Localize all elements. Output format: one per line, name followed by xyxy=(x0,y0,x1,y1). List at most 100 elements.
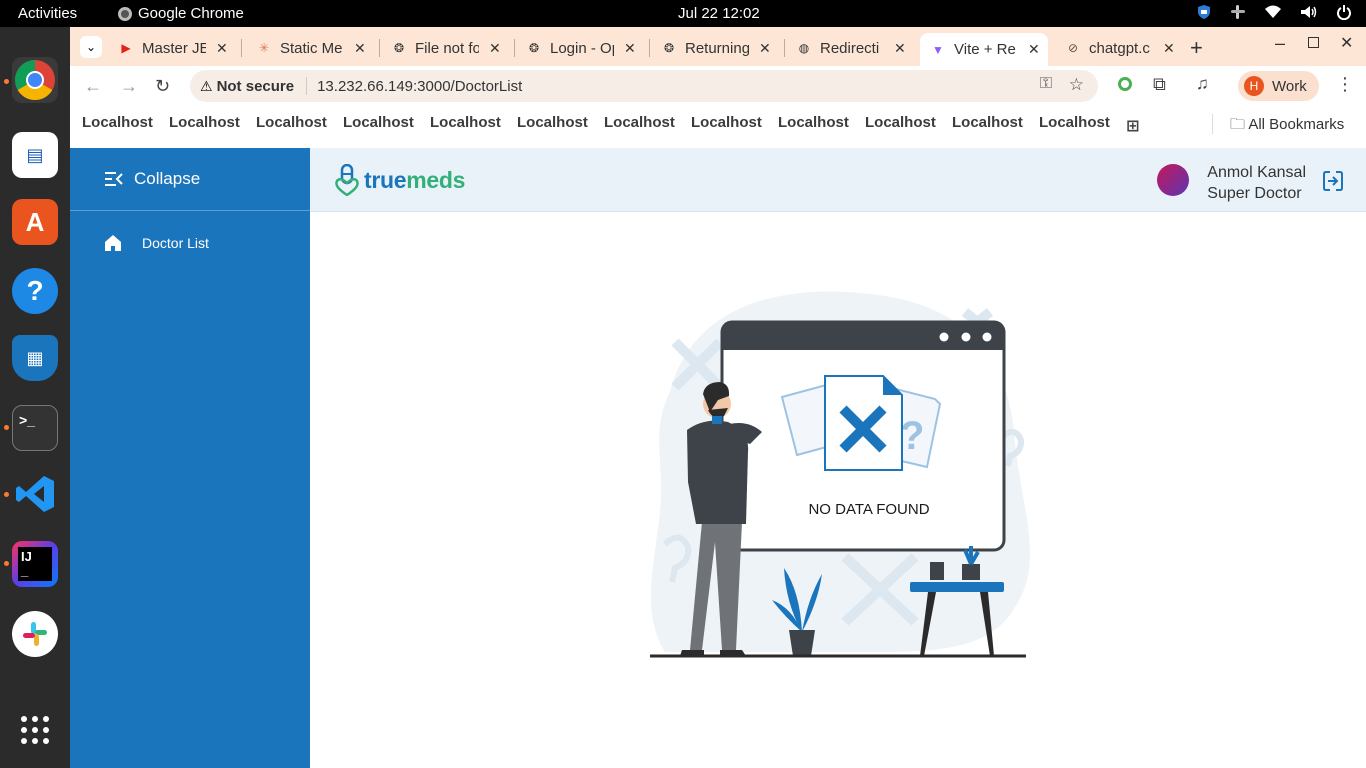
svg-text:?: ? xyxy=(900,414,924,458)
vscode-dock-icon[interactable] xyxy=(12,471,58,517)
bookmark-item[interactable]: Localhost xyxy=(256,114,327,131)
security-chip[interactable]: Not secure xyxy=(217,78,295,95)
system-top-bar: Activities Google Chrome Jul 22 12:02 xyxy=(0,0,1366,27)
help-dock-icon[interactable]: ? xyxy=(12,268,58,314)
openai-icon: ❂ xyxy=(663,41,675,55)
browser-toolbar: ← → ↻ ⚠ Not secure 13.232.66.149:3000/Do… xyxy=(70,66,1366,110)
folder-icon: 🗀 xyxy=(1230,116,1249,133)
browser-tab[interactable]: ▼ Vite + Re ✕ xyxy=(920,33,1048,66)
browser-tab[interactable]: ⊘ chatgpt.c ✕ xyxy=(1055,33,1185,63)
app-menu[interactable]: Google Chrome xyxy=(118,5,244,22)
collapse-button[interactable]: Collapse xyxy=(70,148,310,211)
openai-icon: ❂ xyxy=(393,41,405,55)
omnibox[interactable]: ⚠ Not secure 13.232.66.149:3000/DoctorLi… xyxy=(190,70,1098,102)
avatar[interactable] xyxy=(1157,164,1189,196)
warning-icon[interactable]: ⚠ xyxy=(200,78,213,95)
brand-part-2: meds xyxy=(406,166,466,193)
slack-dock-icon[interactable] xyxy=(12,611,58,657)
tab-label: Static Me xyxy=(280,39,343,57)
close-tab-icon[interactable]: ✕ xyxy=(489,40,501,57)
close-tab-icon[interactable]: ✕ xyxy=(894,40,906,57)
minimize-button[interactable]: – xyxy=(1275,33,1285,54)
browser-tab[interactable]: ✳ Static Me ✕ xyxy=(246,33,380,63)
tab-separator xyxy=(514,39,515,57)
vpn-dock-icon[interactable]: ▦ xyxy=(12,335,58,381)
bookmark-item[interactable]: Localhost xyxy=(865,114,936,131)
close-tab-icon[interactable]: ✕ xyxy=(216,40,228,57)
bookmark-item[interactable]: Localhost xyxy=(604,114,675,131)
user-name: Anmol Kansal xyxy=(1207,164,1306,181)
intellij-dock-icon[interactable]: IJ _ xyxy=(12,541,58,587)
media-controls-icon[interactable]: ♫ xyxy=(1196,74,1209,94)
sidebar-item-doctor-list[interactable]: Doctor List xyxy=(104,234,209,252)
no-data-message: NO DATA FOUND xyxy=(808,501,929,518)
app-center-dock-icon[interactable]: A xyxy=(12,199,58,245)
bookmark-item[interactable]: Localhost xyxy=(1039,114,1110,131)
chrome-menu-icon[interactable]: ⋮ xyxy=(1336,74,1354,95)
url-text[interactable]: 13.232.66.149:3000/DoctorList xyxy=(317,78,522,95)
bookmark-item[interactable]: Localhost xyxy=(691,114,762,131)
pill-heart-icon xyxy=(335,164,359,196)
close-tab-icon[interactable]: ✕ xyxy=(354,40,366,57)
writer-dock-icon[interactable]: ▤ xyxy=(12,132,58,178)
chrome-window: ⌄ ▶ Master JE ✕ ✳ Static Me ✕ ❂ File not fo ✕ ❂ Lo… xyxy=(70,27,1366,768)
forward-button[interactable]: → xyxy=(120,76,138,97)
wifi-icon[interactable] xyxy=(1264,5,1282,19)
apps-grid-icon[interactable]: ⊞ xyxy=(1126,116,1139,136)
bookmarks-bar: Localhost Localhost Localhost Localhost Loca… xyxy=(70,110,1366,140)
bookmark-item[interactable]: Localhost xyxy=(343,114,414,131)
sidebar: Collapse Doctor List xyxy=(70,148,310,768)
tab-label: Master JE xyxy=(142,39,206,57)
chrome-dock-icon[interactable] xyxy=(12,57,58,103)
browser-tab[interactable]: ❂ Login - Op ✕ xyxy=(516,33,650,63)
bookmark-item[interactable]: Localhost xyxy=(952,114,1023,131)
terminal-dock-icon[interactable]: >_ xyxy=(12,405,58,451)
back-button[interactable]: ← xyxy=(84,76,102,97)
activities-button[interactable]: Activities xyxy=(18,5,77,22)
system-tray[interactable] xyxy=(1196,4,1352,20)
shield-tray-icon[interactable] xyxy=(1196,4,1212,20)
truemeds-logo[interactable]: truemeds xyxy=(334,164,465,196)
all-bookmarks-button[interactable]: 🗀 All Bookmarks xyxy=(1230,114,1344,139)
app-name: Google Chrome xyxy=(138,5,244,22)
key-icon[interactable]: ⚿ xyxy=(1040,75,1052,93)
power-icon[interactable] xyxy=(1336,4,1352,20)
close-window-button[interactable]: ✕ xyxy=(1340,33,1353,53)
browser-tab[interactable]: ❂ Returning ✕ xyxy=(651,33,785,63)
close-tab-icon[interactable]: ✕ xyxy=(759,40,771,57)
browser-tab[interactable]: ▶ Master JE ✕ xyxy=(108,33,242,63)
tab-separator xyxy=(649,39,650,57)
logout-button[interactable] xyxy=(1322,170,1344,197)
maximize-button[interactable] xyxy=(1308,37,1319,48)
show-apps-icon[interactable] xyxy=(12,707,58,753)
bookmark-item[interactable]: Localhost xyxy=(169,114,240,131)
user-role: Super Doctor xyxy=(1207,185,1302,202)
divider xyxy=(306,77,308,95)
close-tab-icon[interactable]: ✕ xyxy=(624,40,636,57)
running-indicator xyxy=(4,425,9,430)
vite-icon: ▼ xyxy=(932,42,944,57)
slack-tray-icon[interactable] xyxy=(1230,4,1246,20)
profile-chip[interactable]: H Work xyxy=(1238,71,1319,101)
reload-button[interactable]: ↻ xyxy=(155,76,170,97)
bookmark-item[interactable]: Localhost xyxy=(430,114,501,131)
youtube-icon: ▶ xyxy=(121,41,131,55)
star-icon[interactable]: ☆ xyxy=(1069,75,1084,95)
extension-icon[interactable] xyxy=(1118,77,1132,91)
tab-search-button[interactable]: ⌄ xyxy=(80,36,102,58)
browser-tab[interactable]: ◍ Redirecti ✕ xyxy=(786,33,916,63)
browser-tab[interactable]: ❂ File not fo ✕ xyxy=(381,33,515,63)
bookmark-item[interactable]: Localhost xyxy=(517,114,588,131)
collapse-label: Collapse xyxy=(134,169,201,188)
clock[interactable]: Jul 22 12:02 xyxy=(678,5,760,22)
user-info[interactable]: Anmol Kansal Super Doctor xyxy=(1207,162,1306,204)
new-tab-button[interactable]: + xyxy=(1190,35,1203,61)
bookmark-item[interactable]: Localhost xyxy=(778,114,849,131)
bookmark-item[interactable]: Localhost xyxy=(82,114,153,131)
volume-icon[interactable] xyxy=(1300,5,1318,19)
globe-icon: ◍ xyxy=(798,41,810,55)
extensions-puzzle-icon[interactable]: ⧉ xyxy=(1153,74,1166,95)
close-tab-icon[interactable]: ✕ xyxy=(1163,40,1175,57)
running-indicator xyxy=(4,79,9,84)
close-tab-icon[interactable]: ✕ xyxy=(1028,41,1040,58)
